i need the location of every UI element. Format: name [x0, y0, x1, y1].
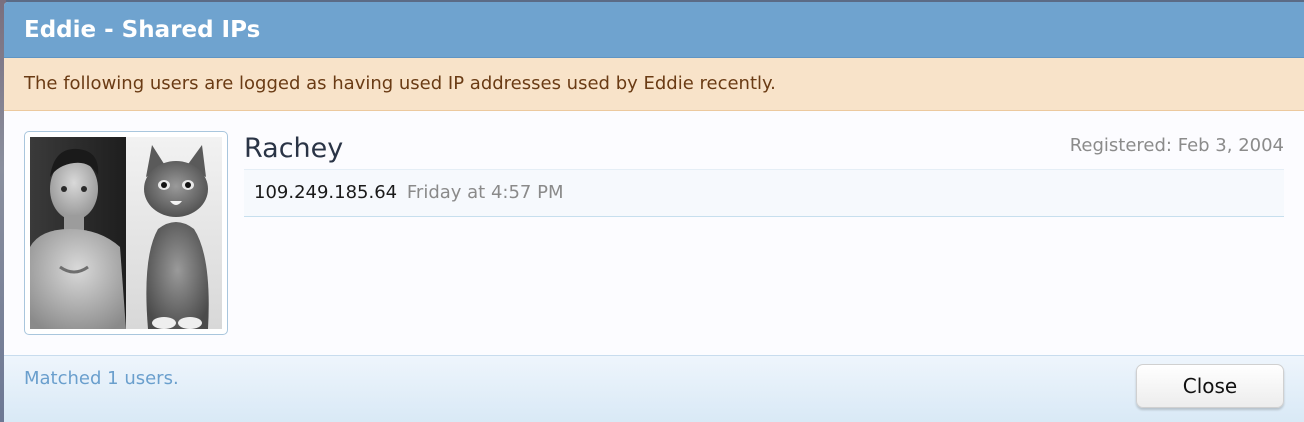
username-link[interactable]: Rachey — [244, 131, 343, 167]
dialog-notice: The following users are logged as having… — [4, 58, 1304, 111]
close-button[interactable]: Close — [1136, 364, 1284, 408]
ip-address: 109.249.185.64 — [254, 182, 398, 203]
matched-count: Matched 1 users. — [24, 368, 179, 389]
user-list: Rachey Registered: Feb 3, 2004 109.249.1… — [4, 111, 1304, 355]
shared-ips-dialog: Eddie - Shared IPs The following users a… — [4, 2, 1304, 422]
registered-date: Registered: Feb 3, 2004 — [1069, 135, 1284, 156]
ip-log-row: 109.249.185.64 Friday at 4:57 PM — [244, 169, 1284, 217]
avatar-image — [30, 137, 222, 329]
dialog-title: Eddie - Shared IPs — [4, 2, 1304, 58]
ip-timestamp: Friday at 4:57 PM — [406, 182, 564, 203]
avatar[interactable] — [24, 131, 228, 335]
dialog-footer: Matched 1 users. Close — [4, 355, 1304, 422]
